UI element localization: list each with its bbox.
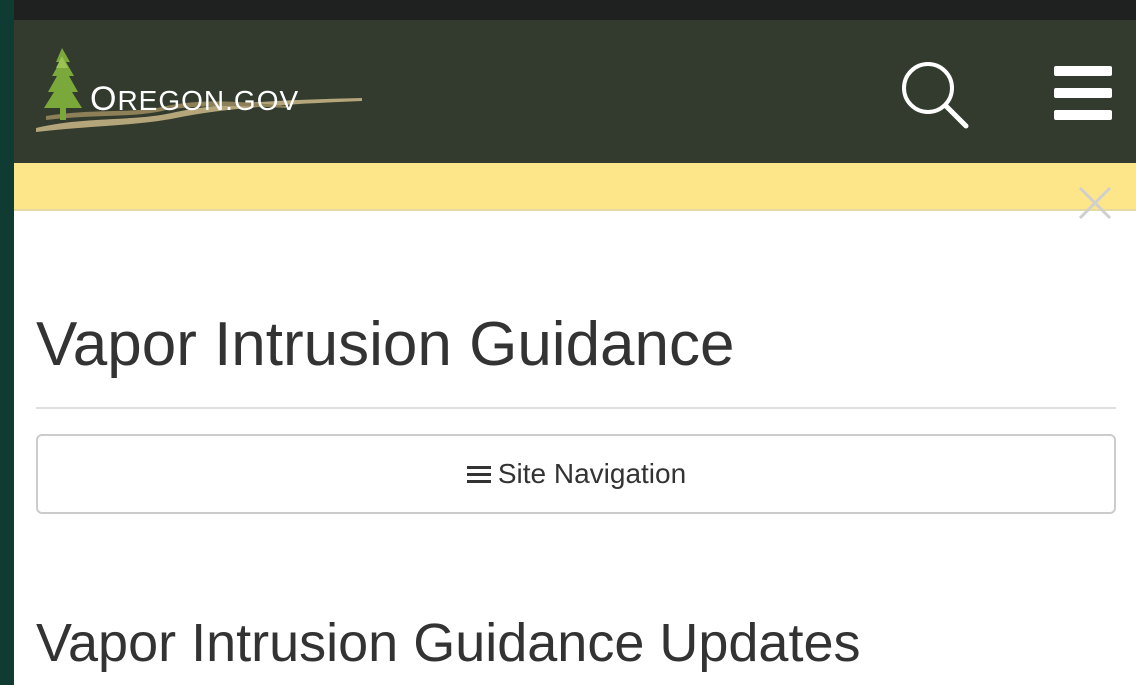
browser-frame-top bbox=[0, 0, 1136, 20]
logo-text: OREGON.GOV bbox=[90, 80, 300, 118]
menu-icon bbox=[1054, 66, 1112, 120]
site-navigation-label: Site Navigation bbox=[497, 458, 687, 489]
page-title: Vapor Intrusion Guidance bbox=[36, 310, 735, 379]
section-heading: Vapor Intrusion Guidance Updates bbox=[36, 613, 861, 673]
search-icon bbox=[902, 62, 969, 129]
close-icon bbox=[1078, 186, 1112, 220]
hamburger-icon bbox=[466, 466, 491, 483]
alert-close-button[interactable] bbox=[1072, 180, 1118, 226]
title-divider bbox=[36, 407, 1116, 409]
alert-banner bbox=[14, 163, 1136, 211]
site-navigation-button[interactable]: Site Navigation bbox=[36, 434, 1116, 514]
search-button[interactable] bbox=[896, 56, 976, 132]
site-header: OREGON.GOV bbox=[14, 20, 1136, 163]
page: OREGON.GOV Vapor Intrusion Guidance Site… bbox=[14, 20, 1136, 685]
oregon-gov-logo[interactable]: OREGON.GOV bbox=[26, 46, 366, 136]
browser-frame-left bbox=[0, 0, 14, 685]
menu-button[interactable] bbox=[1048, 60, 1118, 126]
